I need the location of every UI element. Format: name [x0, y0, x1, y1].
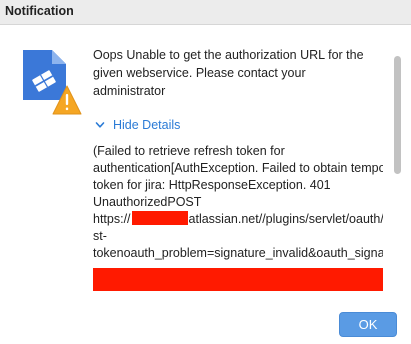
vertical-scrollbar[interactable] [394, 46, 401, 291]
url-prefix: https:// [93, 212, 131, 226]
window-title: Notification [5, 4, 74, 18]
details-line: (Failed to retrieve refresh token for [93, 144, 285, 158]
details-line: UnauthorizedPOST [93, 195, 202, 209]
details-line: tokenoauth_problem=signature_invalid&oau… [93, 246, 383, 260]
document-with-warning-icon [20, 48, 82, 118]
title-bar: Notification [0, 0, 411, 25]
chevron-down-icon [95, 122, 105, 128]
details-url-line: https:// atlassian.net//plugins/servlet/o… [93, 211, 383, 228]
redaction-box [131, 211, 188, 225]
redaction-block [93, 268, 383, 291]
details-line: st- [93, 229, 107, 243]
details-line: token for jira: HttpResponseException. 4… [93, 178, 331, 192]
hide-details-label: Hide Details [113, 118, 181, 132]
scrollbar-thumb[interactable] [394, 56, 401, 174]
url-suffix: atlassian.net//plugins/servlet/oauth/req… [188, 212, 383, 226]
ok-button[interactable]: OK [339, 312, 397, 337]
hide-details-toggle[interactable]: Hide Details [93, 116, 383, 134]
message-scroll-area[interactable]: Oops Unable to get the authorization URL… [93, 46, 383, 291]
error-message: Oops Unable to get the authorization URL… [93, 48, 364, 98]
notification-dialog: Notification Oops Unable to get the auth… [0, 0, 411, 344]
details-line: authentication[AuthException. Failed to … [93, 161, 383, 175]
error-details: (Failed to retrieve refresh token for au… [93, 143, 383, 291]
